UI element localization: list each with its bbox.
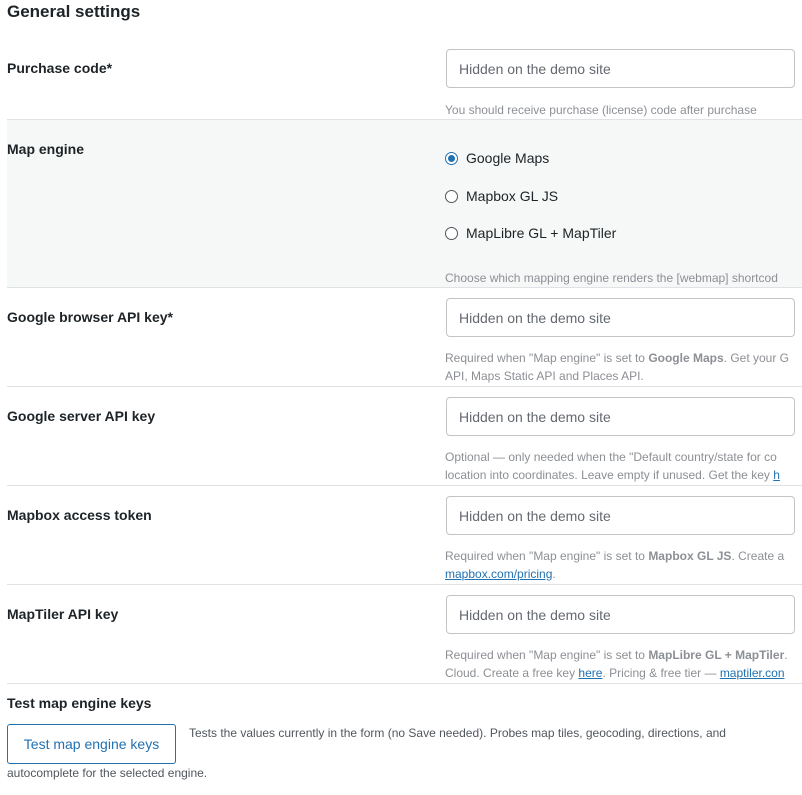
google-browser-key-input[interactable]	[446, 298, 795, 337]
google-server-key-hint: Optional — only needed when the "Default…	[445, 450, 780, 482]
test-keys-description: Tests the values currently in the form (…	[189, 726, 726, 740]
mapbox-radio[interactable]	[445, 189, 458, 203]
map-engine-option-maplibre[interactable]: MapLibre GL + MapTiler	[445, 225, 616, 241]
google-server-key-input[interactable]	[446, 397, 795, 436]
page-title: General settings	[7, 2, 141, 21]
mapbox-token-input[interactable]	[446, 496, 795, 535]
purchase-code-input[interactable]	[446, 49, 795, 88]
google-server-key-row: Google server API key Optional — only ne…	[7, 387, 802, 486]
purchase-code-label: Purchase code*	[7, 60, 113, 76]
google-maps-radio[interactable]	[445, 151, 458, 165]
google-maps-label: Google Maps	[466, 150, 550, 166]
maptiler-here-link[interactable]: here	[578, 666, 602, 680]
maptiler-key-input[interactable]	[446, 595, 795, 634]
test-keys-description-cont: autocomplete for the selected engine.	[7, 766, 208, 780]
purchase-code-row: Purchase code* You should receive purcha…	[7, 32, 802, 120]
maptiler-pricing-link[interactable]: maptiler.con	[720, 666, 785, 680]
google-server-key-label: Google server API key	[7, 408, 156, 424]
map-engine-row: Map engine Google Maps Mapbox GL JS MapL…	[7, 120, 802, 288]
purchase-code-hint: You should receive purchase (license) co…	[445, 103, 757, 117]
maplibre-label: MapLibre GL + MapTiler	[466, 225, 617, 241]
maptiler-key-hint: Required when "Map engine" is set to Map…	[445, 648, 788, 680]
map-engine-hint: Choose which mapping engine renders the …	[445, 271, 778, 285]
map-engine-option-mapbox[interactable]: Mapbox GL JS	[445, 188, 558, 204]
test-map-engine-keys-button[interactable]: Test map engine keys	[7, 724, 176, 764]
google-browser-key-label: Google browser API key*	[7, 309, 173, 325]
mapbox-token-hint: Required when "Map engine" is set to Map…	[445, 549, 785, 581]
maptiler-key-label: MapTiler API key	[7, 606, 119, 622]
mapbox-token-row: Mapbox access token Required when "Map e…	[7, 486, 802, 585]
google-browser-key-row: Google browser API key* Required when "M…	[7, 288, 802, 387]
maplibre-radio[interactable]	[445, 226, 458, 240]
google-server-key-link[interactable]: h	[773, 468, 780, 482]
mapbox-token-label: Mapbox access token	[7, 507, 152, 523]
map-engine-label: Map engine	[7, 141, 85, 157]
maptiler-key-row: MapTiler API key Required when "Map engi…	[7, 585, 802, 684]
google-browser-key-hint: Required when "Map engine" is set to Goo…	[445, 351, 790, 383]
mapbox-pricing-link[interactable]: mapbox.com/pricing	[445, 567, 552, 581]
test-keys-label: Test map engine keys	[7, 695, 152, 711]
map-engine-option-google[interactable]: Google Maps	[445, 150, 549, 166]
mapbox-label: Mapbox GL JS	[466, 188, 559, 204]
